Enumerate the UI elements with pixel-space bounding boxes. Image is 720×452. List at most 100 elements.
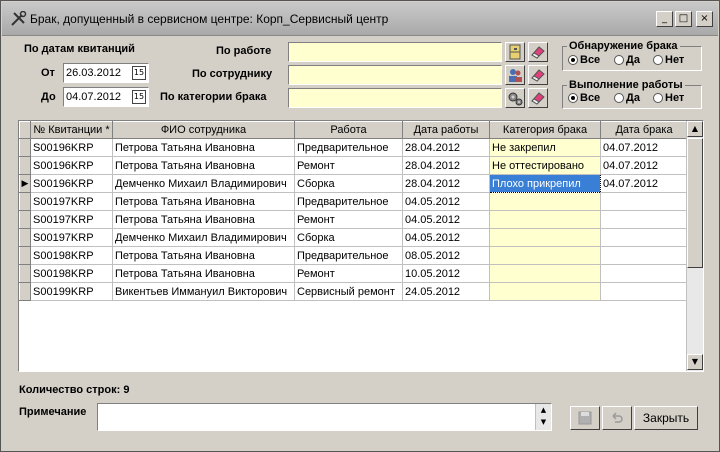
table-row[interactable]: S00198KRP Петрова Татьяна Ивановна Ремонт 1… — [19, 264, 688, 283]
cell-work-date[interactable]: 04.05.2012 — [402, 228, 490, 247]
cell-defect-category[interactable]: Не оттестировано — [489, 156, 601, 175]
table-row[interactable]: S00196KRP Петрова Татьяна Ивановна Предвар… — [19, 138, 688, 157]
cell-defect-date[interactable] — [600, 210, 688, 229]
cell-employee[interactable]: Демченко Михаил Владимирович — [112, 174, 295, 193]
table-row[interactable]: S00196KRP Петрова Татьяна Ивановна Ремонт 2… — [19, 156, 688, 175]
cell-employee[interactable]: Петрова Татьяна Ивановна — [112, 192, 295, 211]
work-filter-input[interactable] — [288, 42, 502, 62]
column-header-receipt[interactable]: № Квитанции * — [30, 121, 113, 139]
execution-radio-all[interactable]: Все — [568, 92, 600, 104]
execution-radio-yes[interactable]: Да — [614, 92, 640, 104]
cell-defect-date[interactable] — [600, 192, 688, 211]
employee-clear-button[interactable] — [528, 65, 548, 85]
scroll-thumb[interactable] — [687, 138, 703, 268]
cell-work-date[interactable]: 28.04.2012 — [402, 156, 490, 175]
cell-defect-date[interactable] — [600, 264, 688, 283]
cell-work[interactable]: Предварительное — [294, 246, 403, 265]
cell-defect-date[interactable] — [600, 282, 688, 301]
table-row[interactable]: S00197KRP Демченко Михаил Владимирович Сбо… — [19, 228, 688, 247]
row-indicator[interactable] — [19, 192, 31, 211]
calendar-icon[interactable]: 15 — [132, 90, 146, 104]
execution-radio-no[interactable]: Нет — [653, 92, 684, 104]
table-row[interactable]: ▶ S00196KRP Демченко Михаил Владимирович Сб… — [19, 174, 688, 193]
cell-work-date[interactable]: 04.05.2012 — [402, 192, 490, 211]
cell-defect-category[interactable] — [489, 192, 601, 211]
cell-employee[interactable]: Петрова Татьяна Ивановна — [112, 210, 295, 229]
cell-work[interactable]: Сборка — [294, 174, 403, 193]
cell-defect-category[interactable] — [489, 282, 601, 301]
cell-work-date[interactable]: 28.04.2012 — [402, 138, 490, 157]
cell-employee[interactable]: Демченко Михаил Владимирович — [112, 228, 295, 247]
row-indicator[interactable] — [19, 264, 31, 283]
vertical-scrollbar[interactable]: ▲ ▼ — [686, 121, 703, 371]
cell-receipt[interactable]: S00196KRP — [30, 138, 113, 157]
close-window-button[interactable]: × — [696, 11, 713, 27]
cell-work-date[interactable]: 28.04.2012 — [402, 174, 490, 193]
cell-employee[interactable]: Викентьев Иммануил Викторович — [112, 282, 295, 301]
detection-radio-all[interactable]: Все — [568, 54, 600, 66]
row-indicator[interactable] — [19, 156, 31, 175]
row-indicator[interactable] — [19, 246, 31, 265]
cell-work[interactable]: Сервисный ремонт — [294, 282, 403, 301]
cell-work-date[interactable]: 04.05.2012 — [402, 210, 490, 229]
work-clear-button[interactable] — [528, 42, 548, 62]
undo-button[interactable] — [602, 406, 632, 430]
scroll-down-icon[interactable]: ▼ — [687, 354, 703, 370]
cell-defect-date[interactable]: 04.07.2012 — [600, 138, 688, 157]
save-button[interactable] — [570, 406, 600, 430]
defects-grid[interactable]: № Квитанции * ФИО сотрудника Работа Дата… — [18, 120, 704, 372]
row-indicator[interactable] — [19, 138, 31, 157]
detection-radio-no[interactable]: Нет — [653, 54, 684, 66]
cell-work-date[interactable]: 08.05.2012 — [402, 246, 490, 265]
cell-receipt[interactable]: S00196KRP — [30, 156, 113, 175]
maximize-button[interactable]: □ — [675, 11, 692, 27]
cell-receipt[interactable]: S00198KRP — [30, 264, 113, 283]
column-header-defect-date[interactable]: Дата брака — [600, 121, 688, 139]
detection-radio-yes[interactable]: Да — [614, 54, 640, 66]
defect-category-clear-button[interactable] — [528, 88, 548, 108]
work-lookup-button[interactable] — [505, 42, 525, 62]
defect-category-filter-input[interactable] — [288, 88, 502, 108]
cell-work[interactable]: Предварительное — [294, 138, 403, 157]
calendar-icon[interactable]: 15 — [132, 66, 146, 80]
column-header-defect-category[interactable]: Категория брака — [489, 121, 601, 139]
cell-defect-category[interactable] — [489, 228, 601, 247]
minimize-button[interactable]: _ — [656, 11, 673, 27]
cell-receipt[interactable]: S00197KRP — [30, 210, 113, 229]
row-indicator[interactable]: ▶ — [19, 174, 31, 193]
cell-defect-category[interactable] — [489, 210, 601, 229]
cell-work[interactable]: Сборка — [294, 228, 403, 247]
row-indicator[interactable] — [19, 228, 31, 247]
cell-employee[interactable]: Петрова Татьяна Ивановна — [112, 264, 295, 283]
employee-lookup-button[interactable] — [505, 65, 525, 85]
cell-defect-date[interactable]: 04.07.2012 — [600, 174, 688, 193]
cell-work-date[interactable]: 10.05.2012 — [402, 264, 490, 283]
column-header-work[interactable]: Работа — [294, 121, 403, 139]
cell-work[interactable]: Ремонт — [294, 210, 403, 229]
cell-employee[interactable]: Петрова Татьяна Ивановна — [112, 156, 295, 175]
cell-receipt[interactable]: S00197KRP — [30, 192, 113, 211]
defect-category-lookup-button[interactable] — [505, 88, 525, 108]
to-date-field[interactable]: 04.07.2012 15 — [63, 87, 149, 107]
cell-work[interactable]: Предварительное — [294, 192, 403, 211]
row-indicator[interactable] — [19, 282, 31, 301]
cell-work[interactable]: Ремонт — [294, 156, 403, 175]
cell-defect-category[interactable]: Плохо прикрепил — [489, 174, 601, 193]
cell-receipt[interactable]: S00199KRP — [30, 282, 113, 301]
cell-employee[interactable]: Петрова Татьяна Ивановна — [112, 246, 295, 265]
cell-defect-date[interactable] — [600, 246, 688, 265]
table-row[interactable]: S00199KRP Викентьев Иммануил Викторович Се… — [19, 282, 688, 301]
close-button[interactable]: Закрыть — [634, 406, 698, 430]
row-indicator[interactable] — [19, 210, 31, 229]
cell-receipt[interactable]: S00198KRP — [30, 246, 113, 265]
cell-defect-category[interactable] — [489, 264, 601, 283]
employee-filter-input[interactable] — [288, 65, 502, 85]
scroll-up-icon[interactable]: ▲ — [687, 121, 703, 137]
cell-work-date[interactable]: 24.05.2012 — [402, 282, 490, 301]
cell-receipt[interactable]: S00196KRP — [30, 174, 113, 193]
cell-employee[interactable]: Петрова Татьяна Ивановна — [112, 138, 295, 157]
table-row[interactable]: S00197KRP Петрова Татьяна Ивановна Ремонт 0… — [19, 210, 688, 229]
column-header-work-date[interactable]: Дата работы — [402, 121, 490, 139]
table-row[interactable]: S00198KRP Петрова Татьяна Ивановна Предвар… — [19, 246, 688, 265]
column-header-employee[interactable]: ФИО сотрудника — [112, 121, 295, 139]
